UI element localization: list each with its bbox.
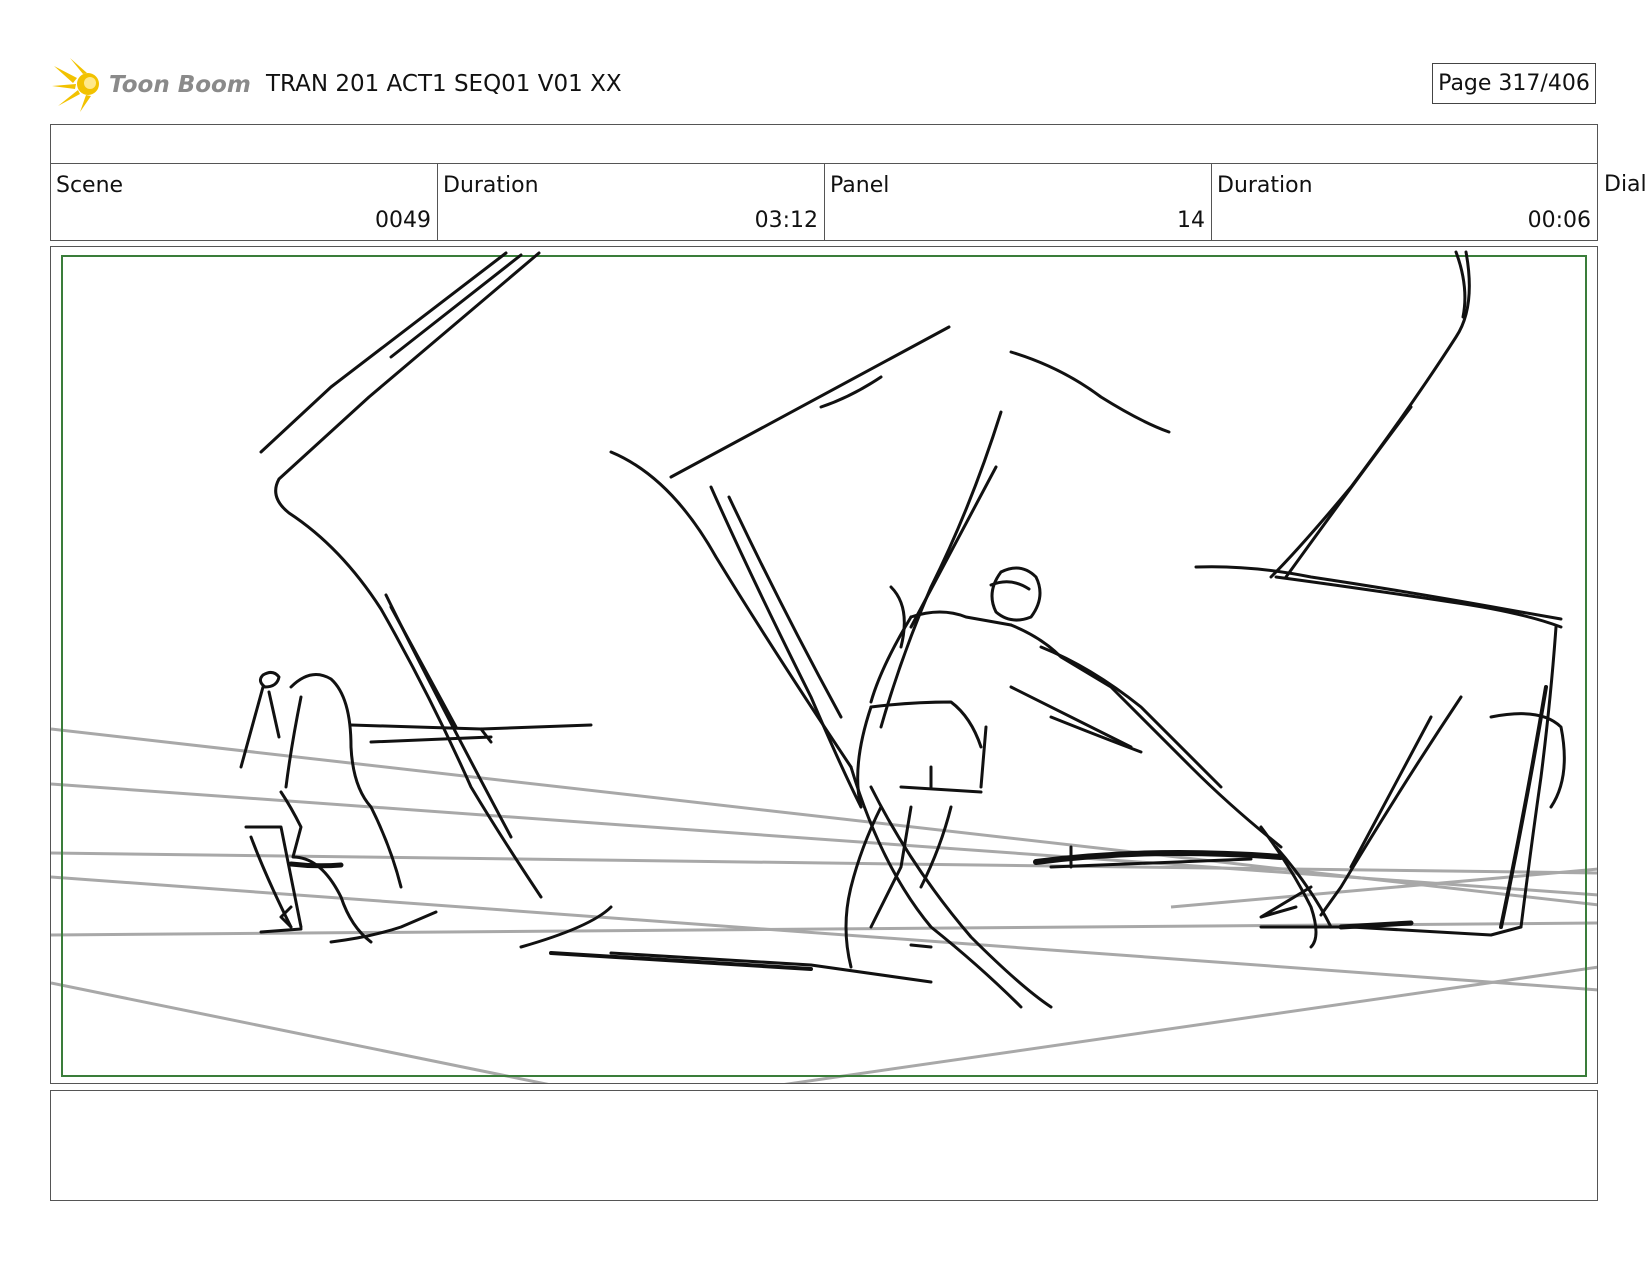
sketch-strokes <box>239 250 1566 1009</box>
top-strip <box>50 124 1598 164</box>
info-row: Scene 0049 Duration 03:12 Panel 14 Durat… <box>50 163 1598 241</box>
toon-boom-logo: Toon Boom <box>52 56 252 116</box>
panel-cell: Panel 14 <box>824 163 1212 241</box>
scene-label: Scene <box>56 173 124 198</box>
dialog-label-cut-off: Dial <box>1604 172 1647 197</box>
panel-duration-cell: Duration 00:06 <box>1211 163 1598 241</box>
storyboard-panel <box>50 246 1598 1084</box>
scene-number: 0049 <box>375 208 431 233</box>
page-counter: Page 317/406 <box>1432 63 1596 104</box>
scene-cell: Scene 0049 <box>50 163 438 241</box>
document-title: TRAN 201 ACT1 SEQ01 V01 XX <box>266 71 622 97</box>
panel-duration-label: Duration <box>1217 173 1313 198</box>
panel-label: Panel <box>830 173 890 198</box>
notes-box <box>50 1090 1598 1201</box>
logo-wordmark: Toon Boom <box>109 72 251 98</box>
scene-duration-value: 03:12 <box>754 208 818 233</box>
safe-area-frame <box>61 255 1587 1077</box>
panel-sketch <box>51 250 1597 1083</box>
scene-duration-cell: Duration 03:12 <box>437 163 825 241</box>
panel-duration-value: 00:06 <box>1527 208 1591 233</box>
logo-graphic: Toon Boom <box>52 58 251 112</box>
scene-duration-label: Duration <box>443 173 539 198</box>
perspective-guide-lines <box>51 727 1597 1083</box>
panel-number: 14 <box>1177 208 1205 233</box>
